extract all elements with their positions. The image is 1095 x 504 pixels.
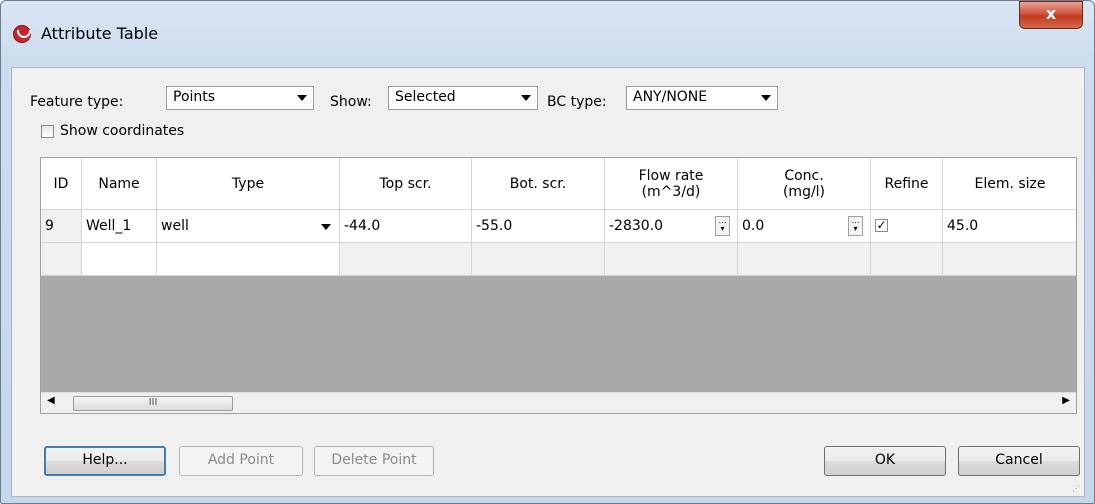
bc-type-label: BC type:: [547, 94, 607, 110]
cell-type-value: well: [161, 218, 189, 234]
add-point-button[interactable]: Add Point: [179, 446, 303, 476]
show-dropdown[interactable]: Selected: [388, 86, 538, 110]
chevron-down-icon: [297, 95, 307, 101]
scroll-thumb[interactable]: III: [73, 396, 233, 411]
new-row-cell: [472, 243, 605, 276]
new-row-cell: [605, 243, 738, 276]
new-row-header: [41, 243, 82, 276]
cell-name[interactable]: Well_1: [82, 210, 157, 243]
chevron-down-icon: [521, 95, 531, 101]
show-label: Show:: [330, 94, 372, 110]
cell-flow-rate[interactable]: -2830.0 … ▾: [605, 210, 738, 243]
new-row-cell: [738, 243, 871, 276]
new-row-cell[interactable]: [157, 243, 340, 276]
new-row-cell[interactable]: [82, 243, 157, 276]
resize-grip-icon[interactable]: ⋰: [1072, 484, 1082, 494]
cell-conc[interactable]: 0.0 … ▾: [738, 210, 871, 243]
ok-button[interactable]: OK: [824, 446, 946, 476]
column-header-flow-rate[interactable]: Flow rate (m^3/d): [605, 158, 738, 210]
new-row-cell: [943, 243, 1076, 276]
title-bar: Attribute Table x: [1, 1, 1094, 67]
cancel-button[interactable]: Cancel: [958, 446, 1080, 476]
new-row-cell: [871, 243, 943, 276]
close-button[interactable]: x: [1019, 1, 1083, 29]
cell-top-scr[interactable]: -44.0: [340, 210, 472, 243]
dialog-body: Feature type: Points Show: Selected BC t…: [11, 67, 1085, 497]
bc-type-value: ANY/NONE: [633, 89, 708, 105]
spinner-icon[interactable]: … ▾: [848, 216, 863, 236]
feature-type-label: Feature type:: [30, 94, 124, 110]
column-header-elem-size[interactable]: Elem. size: [943, 158, 1076, 210]
scroll-left-icon[interactable]: ◀: [47, 395, 55, 406]
cell-refine[interactable]: ✓: [871, 210, 943, 243]
column-header-top-scr[interactable]: Top scr.: [340, 158, 472, 210]
column-header-conc[interactable]: Conc. (mg/l): [738, 158, 871, 210]
attribute-table-window: Attribute Table x Feature type: Points S…: [0, 0, 1095, 504]
delete-point-button[interactable]: Delete Point: [314, 446, 434, 476]
feature-type-dropdown[interactable]: Points: [166, 86, 314, 110]
horizontal-scrollbar[interactable]: ◀ III ▶: [41, 392, 1076, 413]
refine-checkbox[interactable]: ✓: [875, 219, 888, 232]
attribute-grid[interactable]: ID Name Type Top scr. Bot. scr. Flow rat…: [40, 157, 1077, 414]
show-value: Selected: [395, 89, 456, 105]
feature-type-value: Points: [173, 89, 216, 105]
chevron-down-icon[interactable]: [317, 215, 335, 237]
show-coordinates-label: Show coordinates: [60, 123, 185, 139]
chevron-down-icon: [761, 95, 771, 101]
cell-bot-scr[interactable]: -55.0: [472, 210, 605, 243]
column-header-id[interactable]: ID: [41, 158, 82, 210]
column-header-refine[interactable]: Refine: [871, 158, 943, 210]
cell-conc-value: 0.0: [742, 218, 765, 234]
cell-id: 9: [41, 210, 82, 243]
window-title: Attribute Table: [41, 24, 159, 43]
help-button[interactable]: Help...: [44, 446, 166, 476]
column-header-type[interactable]: Type: [157, 158, 340, 210]
scroll-right-icon[interactable]: ▶: [1062, 395, 1070, 406]
spinner-icon[interactable]: … ▾: [715, 216, 730, 236]
cell-elem-size[interactable]: 45.0: [943, 210, 1076, 243]
bc-type-dropdown[interactable]: ANY/NONE: [626, 86, 778, 110]
column-header-bot-scr[interactable]: Bot. scr.: [472, 158, 605, 210]
column-header-name[interactable]: Name: [82, 158, 157, 210]
new-row-cell: [340, 243, 472, 276]
app-logo-icon: [13, 25, 31, 43]
show-coordinates-checkbox[interactable]: [41, 125, 54, 138]
cell-type[interactable]: well: [157, 210, 340, 243]
cell-flow-rate-value: -2830.0: [609, 218, 664, 234]
